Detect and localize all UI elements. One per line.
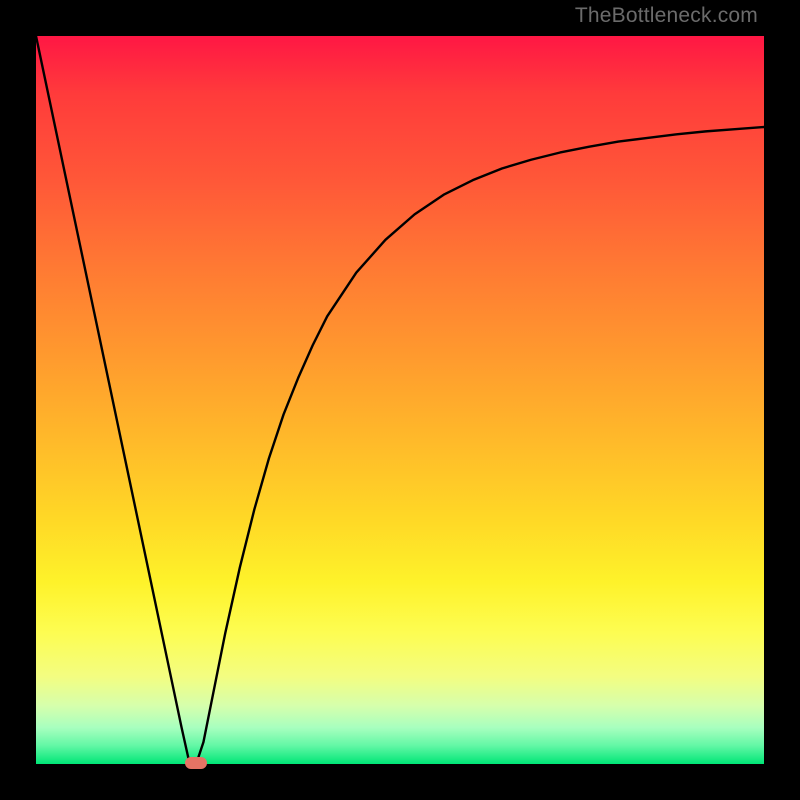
chart-frame: TheBottleneck.com — [0, 0, 800, 800]
plot-area — [36, 36, 764, 764]
curve-path — [36, 36, 764, 764]
optimal-point-marker — [185, 757, 207, 769]
bottleneck-curve — [36, 36, 764, 764]
watermark-text: TheBottleneck.com — [575, 4, 758, 28]
